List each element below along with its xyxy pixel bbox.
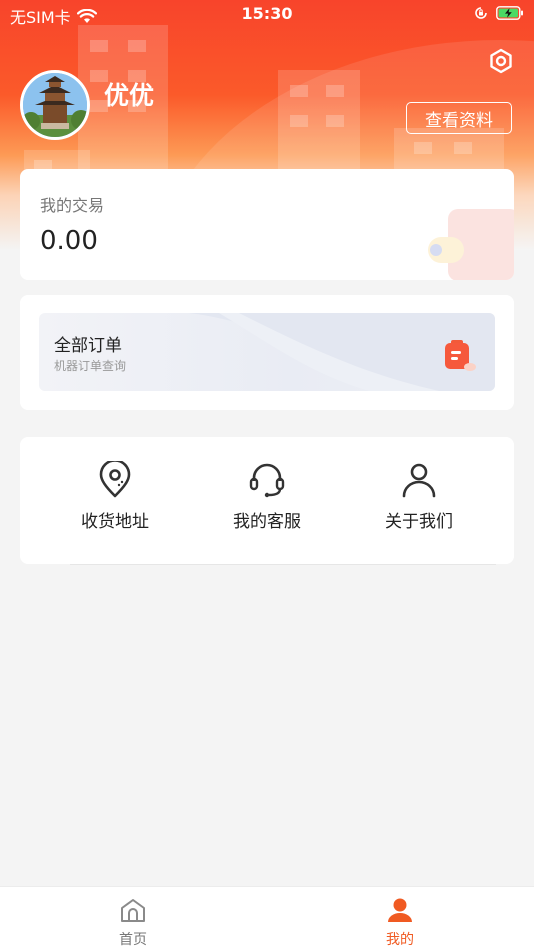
customer-service-button[interactable]: 我的客服: [207, 461, 327, 541]
headset-icon: [249, 463, 285, 498]
battery-charging-icon: [496, 6, 523, 20]
order-list-icon: [445, 340, 476, 371]
location-pin-icon: [99, 461, 131, 498]
services-card: 收货地址 我的客服 关于我们: [20, 437, 514, 564]
service-label: 关于我们: [385, 512, 453, 532]
gear-icon: [490, 48, 512, 74]
tab-bar: 首页 我的: [0, 886, 534, 950]
status-time: 15:30: [241, 4, 293, 23]
all-orders-button[interactable]: 全部订单 机器订单查询: [39, 313, 495, 391]
person-icon: [402, 463, 436, 498]
orders-title: 全部订单: [54, 336, 122, 356]
username: 优优: [104, 81, 155, 110]
user-icon: [388, 898, 412, 922]
orders-card: 全部订单 机器订单查询: [20, 295, 514, 410]
avatar[interactable]: [20, 70, 90, 140]
trade-card[interactable]: 我的交易 0.00: [20, 169, 514, 280]
orientation-lock-icon: [475, 7, 487, 19]
tab-mine[interactable]: 我的: [360, 897, 440, 949]
trade-amount: 0.00: [40, 226, 98, 256]
trade-label: 我的交易: [40, 196, 105, 215]
orders-subtitle: 机器订单查询: [54, 359, 127, 373]
home-icon: [121, 899, 145, 922]
service-label: 我的客服: [233, 512, 301, 532]
wallet-icon: [428, 209, 514, 280]
status-bar: 无SIM卡 15:30: [0, 0, 534, 28]
pavilion-picture: [23, 73, 87, 137]
tab-label: 我的: [386, 932, 414, 948]
shipping-address-button[interactable]: 收货地址: [55, 461, 175, 541]
service-label: 收货地址: [81, 512, 149, 532]
about-us-button[interactable]: 关于我们: [359, 461, 479, 541]
tab-home[interactable]: 首页: [93, 897, 173, 949]
view-profile-button[interactable]: 查看资料: [406, 102, 512, 134]
profile-page: 无SIM卡 15:30 优优 查看资料 我的交易 0.00 全部订单 机器订单查…: [0, 0, 534, 950]
settings-button[interactable]: [486, 46, 516, 76]
divider: [70, 564, 496, 565]
tab-label: 首页: [119, 932, 147, 948]
